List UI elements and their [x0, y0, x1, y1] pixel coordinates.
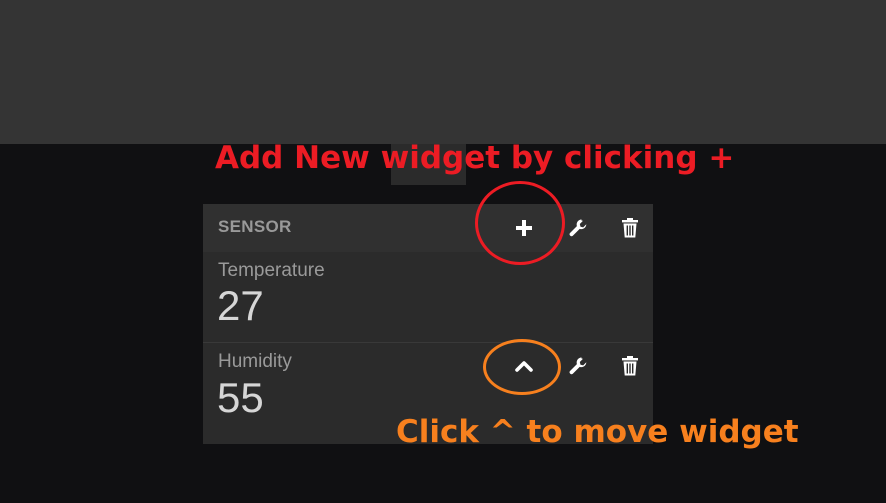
- pane-title: SENSOR: [218, 217, 292, 236]
- wrench-icon: [569, 219, 587, 237]
- sensor-pane: SENSOR Temperature 27 Humidity 55: [203, 204, 653, 444]
- wrench-icon: [569, 357, 587, 375]
- trash-icon: [622, 356, 638, 376]
- edit-pane-button[interactable]: [565, 215, 591, 241]
- pane-header: SENSOR: [203, 204, 653, 252]
- widget-temperature: Temperature 27: [203, 252, 653, 342]
- widget-label: Humidity: [218, 351, 292, 372]
- annotation-add-widget: Add New widget by clicking +: [215, 140, 735, 176]
- top-header-bar: [0, 0, 886, 144]
- chevron-up-icon: [515, 361, 533, 372]
- delete-pane-button[interactable]: [617, 215, 643, 241]
- annotation-move-widget: Click ^ to move widget: [396, 414, 799, 450]
- plus-icon: [516, 220, 532, 236]
- delete-widget-button[interactable]: [617, 353, 643, 379]
- trash-icon: [622, 218, 638, 238]
- move-widget-up-button[interactable]: [511, 353, 537, 379]
- widget-value: 55: [217, 374, 264, 421]
- widget-label: Temperature: [218, 260, 325, 281]
- widget-value: 27: [217, 282, 264, 329]
- add-widget-button[interactable]: [511, 215, 537, 241]
- edit-widget-button[interactable]: [565, 353, 591, 379]
